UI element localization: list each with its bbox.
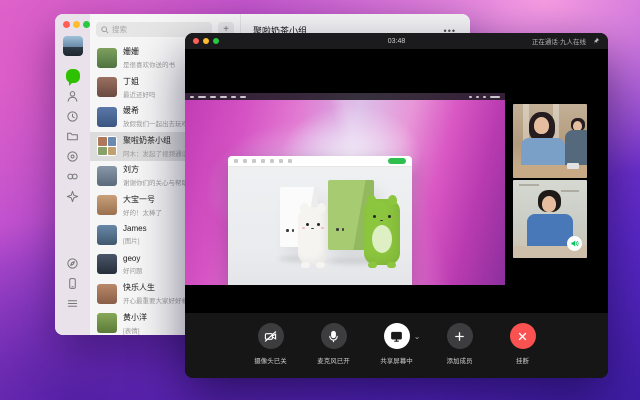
video-call-window: 03:48 正在通话·九人在线 [185, 33, 608, 378]
avatar [97, 313, 117, 333]
apple-menu-icon [190, 96, 194, 98]
avatar [97, 225, 117, 245]
control-label: 共享屏幕中 [380, 355, 413, 365]
camera-button[interactable]: 摄像头已关 [249, 323, 293, 365]
shared-desktop-wallpaper [185, 93, 505, 285]
mascot-scene [228, 167, 412, 285]
avatar [97, 195, 117, 215]
participants-strip [505, 49, 608, 313]
chevron-down-icon[interactable]: ⌄ [414, 332, 421, 341]
sidebar-item-contacts[interactable] [66, 89, 80, 103]
shared-app-window [228, 156, 412, 285]
sidebar-item-channels[interactable] [66, 256, 80, 270]
sidebar-item-moments[interactable] [66, 149, 80, 163]
search-placeholder: 搜索 [112, 24, 127, 35]
participant-video-1[interactable] [513, 104, 587, 178]
group-avatar [97, 136, 117, 156]
avatar [97, 254, 117, 274]
miniprogram-icon [66, 170, 79, 183]
sidebar-item-files[interactable] [66, 129, 80, 143]
avatar [97, 166, 117, 186]
sidebar-item-miniprogram[interactable] [66, 169, 80, 183]
participant-1-background-person [563, 118, 587, 168]
files-icon [66, 130, 79, 143]
avatar [97, 284, 117, 304]
favorites-icon [66, 110, 79, 123]
call-status: 正在通话·九人在线 [532, 36, 586, 46]
participant-video-2[interactable] [513, 180, 587, 258]
sidebar-item-favorites[interactable] [66, 109, 80, 123]
menu-icon [66, 297, 79, 310]
hangup-button[interactable]: 挂断 [501, 323, 545, 365]
participant-2-person [527, 190, 573, 248]
phone-icon [66, 277, 79, 290]
speaker-icon [570, 239, 579, 248]
close-icon [516, 330, 529, 343]
search-discover-icon [66, 190, 79, 203]
control-label: 挂断 [516, 355, 529, 365]
close-window-button[interactable] [63, 21, 70, 28]
wechat-traffic-lights [55, 21, 90, 28]
sidebar-item-menu[interactable] [66, 296, 80, 310]
menubar-clock [490, 96, 500, 98]
contacts-icon [66, 90, 79, 103]
chats-icon [66, 69, 80, 83]
avatar [97, 77, 117, 97]
sidebar-item-phone[interactable] [66, 276, 80, 290]
moments-icon [66, 150, 79, 163]
invite-button[interactable]: 添加成员 [438, 323, 482, 365]
green-mascot [364, 199, 400, 265]
avatar [97, 107, 117, 127]
camera-off-icon [264, 330, 277, 343]
channels-icon [66, 257, 79, 270]
call-titlebar: 03:48 正在通话·九人在线 [185, 33, 608, 49]
shared-screen-area [185, 49, 505, 313]
pin-icon[interactable] [592, 37, 600, 45]
plus-icon [453, 330, 466, 343]
desktop: 搜索 + 姗姗是很喜欢你送的书丁姐最近还好吗媛希放假我们一起出去玩呀聚啦奶茶小组… [0, 0, 640, 400]
control-label: 摄像头已关 [254, 355, 287, 365]
minimize-window-button[interactable] [73, 21, 80, 28]
shared-app-green-button[interactable] [388, 158, 406, 164]
avatar [97, 48, 117, 68]
control-label: 麦克风已开 [317, 355, 350, 365]
search-icon [101, 26, 109, 34]
call-control-bar: 摄像头已关 麦克风已开 ⌄ 共享屏幕中 添加成员 挂断 [185, 313, 608, 378]
active-speaker-indicator [567, 236, 582, 251]
zoom-window-button[interactable] [83, 21, 90, 28]
screen-share-button[interactable]: ⌄ 共享屏幕中 [375, 323, 419, 365]
profile-avatar[interactable] [63, 36, 83, 56]
shared-app-toolbar [228, 156, 412, 167]
mic-icon [327, 330, 340, 343]
control-label: 添加成员 [447, 355, 473, 365]
wechat-nav-rail [55, 14, 90, 335]
sidebar-item-search-discover[interactable] [66, 189, 80, 203]
shared-menubar [185, 93, 505, 100]
sidebar-item-chats[interactable] [66, 69, 80, 83]
monitor-icon [390, 330, 403, 343]
mic-button[interactable]: 麦克风已开 [312, 323, 356, 365]
white-mascot [298, 207, 328, 265]
